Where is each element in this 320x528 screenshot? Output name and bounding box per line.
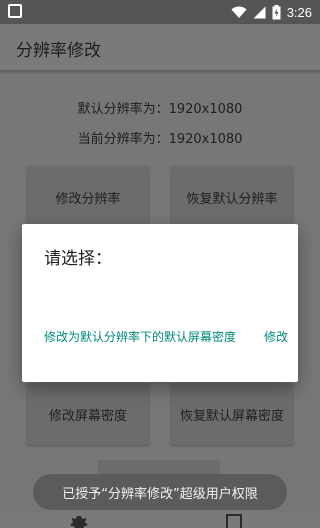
battery-charging-icon	[272, 4, 281, 19]
dialog-title: 请选择：	[44, 249, 112, 269]
app-bar: 分辨率修改	[0, 24, 320, 70]
current-resolution-text: 当前分辨率为：1920x1080	[77, 132, 243, 147]
status-bar: 3:26	[0, 0, 320, 24]
gear-icon[interactable]	[70, 514, 88, 528]
restore-default-resolution-label: 恢复默认分辨率	[186, 191, 278, 207]
modify-density-label: 修改屏幕密度	[48, 408, 127, 424]
info-icon[interactable]	[226, 514, 242, 528]
bottom-nav	[0, 512, 320, 528]
restore-default-density-label: 恢复默认屏幕密度	[179, 408, 284, 424]
restore-default-resolution-button[interactable]: 恢复默认分辨率	[171, 166, 293, 228]
set-default-density-button[interactable]: 修改为默认分辨率下的默认屏幕密度	[44, 328, 236, 345]
modify-resolution-button[interactable]: 修改分辨率	[27, 166, 149, 228]
toast-message: 已授予“分辨率修改”超级用户权限	[62, 486, 258, 502]
default-resolution-text: 默认分辨率为：1920x1080	[77, 102, 243, 117]
signal-icon	[253, 6, 266, 18]
toast: 已授予“分辨率修改”超级用户权限	[33, 474, 287, 510]
restore-default-density-button[interactable]: 恢复默认屏幕密度	[171, 383, 293, 445]
notification-icon	[8, 4, 22, 18]
status-time: 3:26	[286, 4, 312, 20]
wifi-icon	[231, 6, 247, 18]
app-title: 分辨率修改	[16, 41, 101, 61]
modify-button[interactable]: 修改	[264, 328, 288, 345]
status-icons: 3:26	[231, 3, 312, 21]
choice-dialog: 请选择： 修改为默认分辨率下的默认屏幕密度 修改	[22, 224, 298, 382]
modify-density-button[interactable]: 修改屏幕密度	[27, 383, 149, 445]
modify-resolution-label: 修改分辨率	[55, 191, 121, 207]
